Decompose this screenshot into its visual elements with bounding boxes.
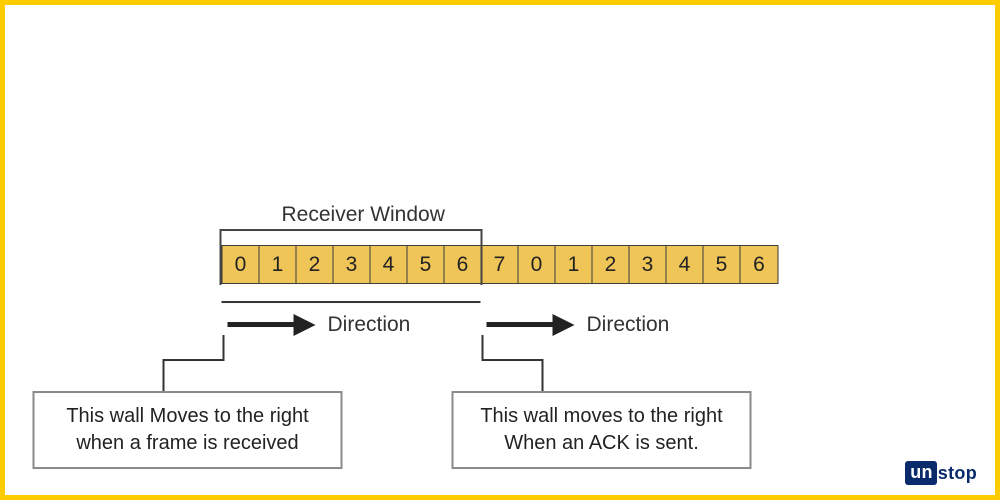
connector-line [223,335,225,359]
sequence-cell: 2 [593,246,630,283]
sequence-cell: 5 [704,246,741,283]
connector-line [482,335,484,359]
logo-suffix: stop [938,463,977,484]
direction-row-left: Direction [228,313,411,337]
window-title: Receiver Window [282,203,779,227]
arrow-right-icon [487,315,577,335]
direction-row-right: Direction [487,313,670,337]
sequence-cell: 7 [482,246,519,283]
window-underline [222,301,481,303]
direction-label-right: Direction [587,313,670,337]
sequence-cell: 0 [519,246,556,283]
direction-label-left: Direction [328,313,411,337]
caption-right: This wall moves to the right When an ACK… [452,391,752,469]
unstop-logo: unstop [905,461,977,485]
logo-prefix: un [905,461,937,485]
sequence-cell: 1 [556,246,593,283]
sequence-cell: 4 [667,246,704,283]
diagram-stage: Receiver Window 012345670123456 Directio… [222,203,779,284]
sequence-cell: 6 [741,246,778,283]
connector-line [542,359,544,393]
connector-line [482,359,544,361]
connector-line [163,359,165,393]
sequence-cell: 3 [630,246,667,283]
receiver-window-bracket [220,229,483,285]
caption-left: This wall Moves to the right when a fram… [33,391,343,469]
arrow-right-icon [228,315,318,335]
diagram-frame: Receiver Window 012345670123456 Directio… [0,0,1000,500]
connector-line [163,359,225,361]
